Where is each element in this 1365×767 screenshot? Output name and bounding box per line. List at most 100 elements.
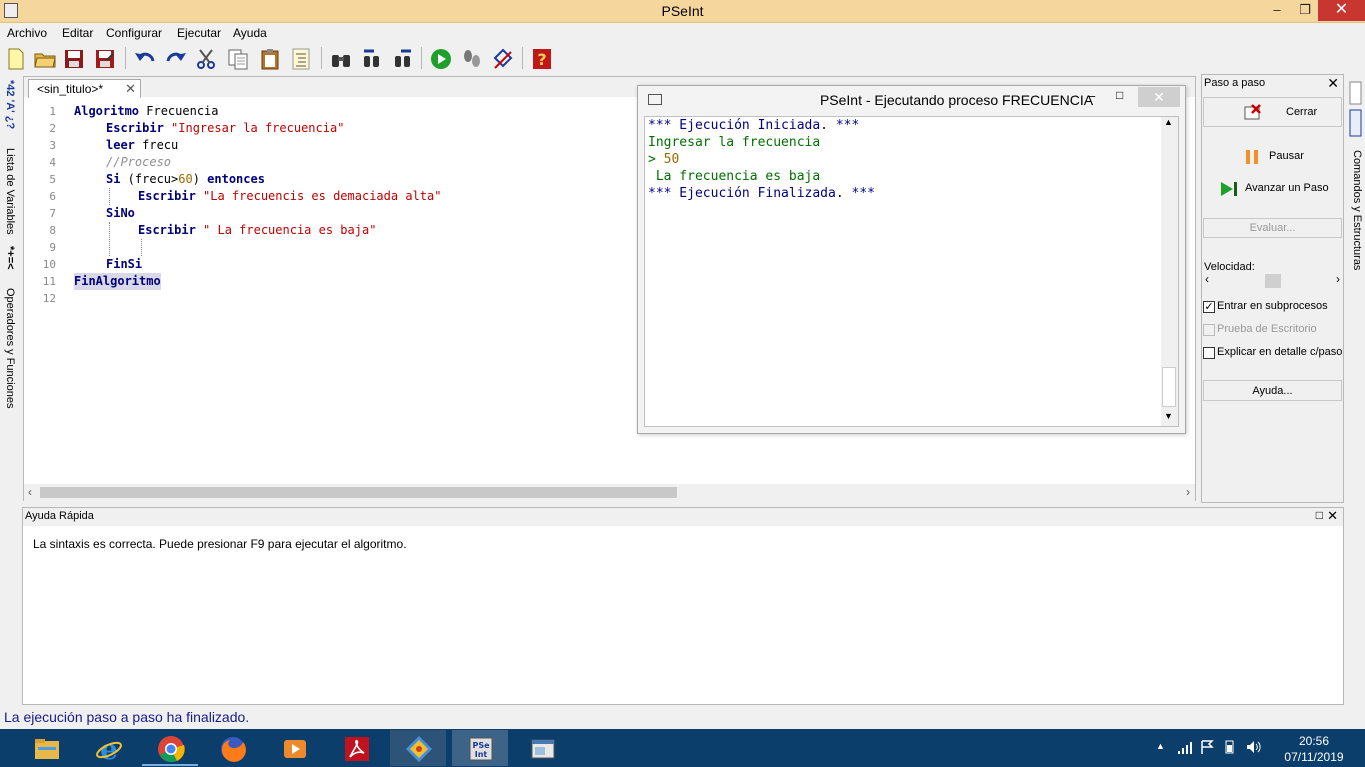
- horizontal-scrollbar[interactable]: ‹ ›: [24, 484, 1195, 501]
- file-explorer-icon: [35, 739, 59, 759]
- taskbar-git[interactable]: [390, 730, 446, 766]
- commands-icon: [1349, 81, 1362, 137]
- line-number-gutter: 1 2 3 4 5 6 7 8 9 10 11 12: [24, 98, 64, 478]
- tab-operators-functions[interactable]: Operadores y Funciones: [4, 288, 16, 408]
- exec-maximize-button[interactable]: □: [1116, 88, 1123, 102]
- taskbar-pseint[interactable]: PSe Int: [452, 730, 508, 766]
- line-number: 7: [49, 207, 56, 220]
- save-as-icon[interactable]: [93, 47, 117, 71]
- step-forward-icon: [1221, 182, 1237, 196]
- pause-button[interactable]: Pausar: [1203, 141, 1342, 171]
- speed-slider-thumb[interactable]: [1264, 274, 1281, 288]
- taskbar-firefox[interactable]: [204, 730, 260, 766]
- scroll-left-icon[interactable]: ‹: [28, 485, 32, 499]
- flowchart-icon[interactable]: [491, 47, 515, 71]
- scroll-right-icon[interactable]: ›: [1186, 485, 1190, 499]
- flag-icon[interactable]: [1200, 740, 1214, 754]
- find-previous-icon[interactable]: [360, 47, 384, 71]
- code-number: 60: [178, 172, 193, 186]
- tab-sin-titulo[interactable]: <sin_titulo>* ✕: [28, 79, 141, 98]
- volume-icon[interactable]: [1246, 740, 1262, 754]
- quick-help-maximize-icon[interactable]: □: [1316, 508, 1323, 522]
- svg-text:e: e: [100, 735, 118, 763]
- taskbar-internet-explorer[interactable]: e: [80, 730, 136, 766]
- code-string: "La frecuencis es demaciada alta": [203, 189, 442, 203]
- chrome-icon: [158, 736, 185, 763]
- clock-date[interactable]: 07/11/2019: [1282, 750, 1346, 764]
- close-tab-icon[interactable]: ✕: [125, 81, 136, 97]
- checkbox-prueba-escritorio[interactable]: [1203, 324, 1215, 336]
- close-button[interactable]: ✕: [1318, 0, 1365, 21]
- line-number: 10: [42, 258, 56, 271]
- console-output[interactable]: *** Ejecución Iniciada. *** Ingresar la …: [644, 116, 1179, 427]
- maximize-button[interactable]: ❐: [1290, 0, 1320, 21]
- slider-left-icon[interactable]: ‹: [1205, 272, 1209, 286]
- console-prompt: >: [648, 152, 664, 167]
- menu-ayuda[interactable]: Ayuda: [233, 26, 267, 40]
- battery-icon[interactable]: [1222, 740, 1238, 754]
- line-number: 6: [49, 190, 56, 203]
- clock-time[interactable]: 20:56: [1282, 734, 1346, 748]
- save-icon[interactable]: [62, 47, 86, 71]
- exec-close-button[interactable]: ✕: [1138, 87, 1180, 107]
- paste-icon[interactable]: [258, 47, 282, 71]
- taskbar-acrobat[interactable]: [328, 730, 384, 766]
- acrobat-icon: [345, 737, 369, 761]
- menu-archivo[interactable]: Archivo: [7, 26, 47, 40]
- help-button[interactable]: Ayuda...: [1203, 380, 1342, 401]
- svg-text:?: ?: [537, 50, 546, 69]
- minimize-button[interactable]: –: [1262, 0, 1292, 21]
- run-icon[interactable]: [429, 47, 453, 71]
- new-file-icon[interactable]: [4, 47, 28, 71]
- indent-guide: [141, 239, 142, 256]
- tab-variables-list[interactable]: Lista de Variables: [4, 148, 16, 235]
- scrollbar-thumb[interactable]: [1162, 367, 1176, 407]
- scrollbar-thumb[interactable]: [40, 487, 677, 498]
- code-keyword: Escribir: [138, 223, 196, 237]
- code-comment: //Proceso: [106, 155, 172, 169]
- step-forward-button[interactable]: Avanzar un Paso: [1203, 173, 1342, 203]
- quick-help-close-icon[interactable]: ✕: [1327, 508, 1338, 524]
- undo-icon[interactable]: [133, 47, 157, 71]
- close-step-button[interactable]: Cerrar: [1203, 97, 1342, 127]
- code-line: Escribir " La frecuencia es baja": [138, 222, 376, 239]
- svg-text:PSe: PSe: [472, 741, 490, 750]
- execution-window[interactable]: PSeInt - Ejecutando proceso FRECUENCIA –…: [637, 85, 1186, 434]
- vertical-scrollbar[interactable]: ▲ ▼: [1161, 117, 1178, 426]
- tab-commands-structures[interactable]: Comandos y Estructuras: [1351, 150, 1363, 270]
- slider-right-icon[interactable]: ›: [1336, 272, 1340, 286]
- code-line: Escribir "La frecuencis es demaciada alt…: [138, 188, 441, 205]
- git-icon: [406, 736, 432, 762]
- copy-icon[interactable]: [226, 47, 250, 71]
- evaluate-button[interactable]: Evaluar...: [1203, 218, 1342, 238]
- search-icon[interactable]: [329, 47, 353, 71]
- network-icon[interactable]: [1178, 742, 1192, 754]
- indent-icon[interactable]: [289, 47, 313, 71]
- find-next-icon[interactable]: [391, 47, 415, 71]
- menu-configurar[interactable]: Configurar: [106, 26, 162, 40]
- scroll-up-icon[interactable]: ▲: [1164, 117, 1173, 127]
- help-icon[interactable]: ?: [530, 47, 554, 71]
- exec-minimize-button[interactable]: –: [1088, 88, 1095, 103]
- menu-ejecutar[interactable]: Ejecutar: [177, 26, 221, 40]
- panel-close-icon[interactable]: ✕: [1327, 75, 1339, 92]
- menu-editar[interactable]: Editar: [62, 26, 93, 40]
- code-text: frecu: [134, 138, 179, 152]
- code-keyword: Algoritmo: [74, 104, 140, 118]
- taskbar-chrome[interactable]: [142, 730, 198, 766]
- taskbar-media-player[interactable]: [266, 730, 322, 766]
- step-by-step-icon[interactable]: [460, 47, 484, 71]
- cut-icon[interactable]: [194, 47, 218, 71]
- pause-label: Pausar: [1269, 150, 1304, 162]
- taskbar-file-explorer[interactable]: [18, 730, 74, 766]
- show-hidden-icons-icon[interactable]: ▲: [1156, 741, 1165, 751]
- open-folder-icon[interactable]: [33, 47, 57, 71]
- taskbar-window-app[interactable]: [514, 730, 570, 766]
- checkbox-explicar[interactable]: [1203, 347, 1215, 359]
- pause-icon: [1246, 150, 1258, 164]
- scroll-down-icon[interactable]: ▼: [1164, 411, 1173, 421]
- line-number: 12: [42, 292, 56, 305]
- checkbox-subprocesos[interactable]: ✓: [1203, 301, 1215, 313]
- speed-slider[interactable]: ‹ ›: [1203, 272, 1342, 288]
- redo-icon[interactable]: [164, 47, 188, 71]
